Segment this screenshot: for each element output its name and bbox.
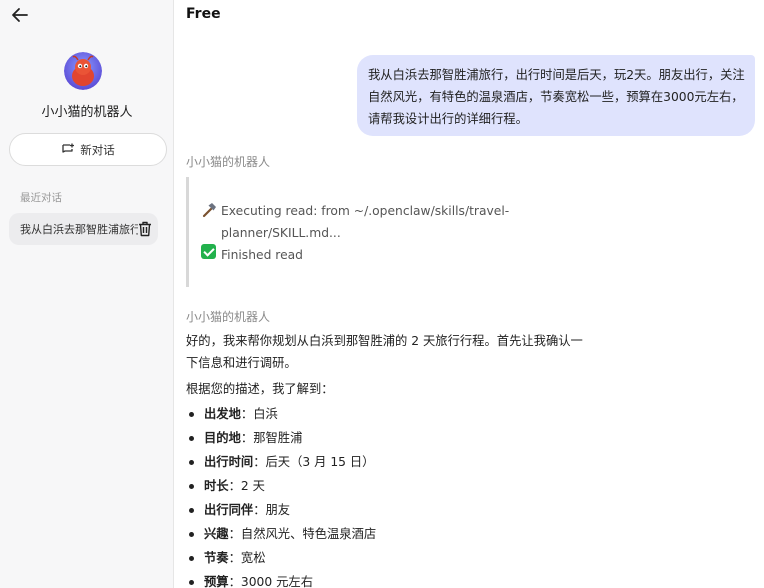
assistant-reply: 好的，我来帮你规划从白浜到那智胜浦的 2 天旅行行程。首先让我确认一下信息和进行…: [186, 330, 586, 588]
back-button[interactable]: [8, 4, 32, 26]
assistant-name: 小小猫的机器人: [186, 310, 271, 324]
arrow-left-icon: [12, 8, 28, 22]
list-item: 出行同伴：朋友: [186, 498, 586, 522]
user-message: 我从白浜去那智胜浦旅行，出行时间是后天，玩2天。朋友出行，关注自然风光，有特色的…: [357, 55, 755, 136]
new-chat-label: 新对话: [80, 142, 115, 157]
list-item: 时长：2 天: [186, 474, 586, 498]
bot-name: 小小猫的机器人: [41, 105, 133, 120]
reply-summary-heading: 根据您的描述，我了解到：: [186, 382, 334, 396]
tool-executing-text: Executing read: from ~/.openclaw/skills/…: [221, 204, 510, 240]
conversation-title: 我从白浜去那智胜浦旅行，出行时间是后天，玩2天。: [20, 223, 138, 236]
trash-icon: [139, 221, 151, 237]
list-item: 预算：3000 元左右: [186, 570, 586, 588]
list-item: 兴趣：自然风光、特色温泉酒店: [186, 522, 586, 546]
check-mark-icon: [201, 244, 216, 259]
reply-intro: 好的，我来帮你规划从白浜到那智胜浦的 2 天旅行行程。首先让我确认一下信息和进行…: [186, 334, 583, 370]
avatar: [64, 52, 102, 90]
recent-conversations-label: 最近对话: [20, 192, 62, 204]
sidebar: 小小猫的机器人 新对话 最近对话 我从白浜去那智胜浦旅行，出行时间是后天，玩2天…: [0, 0, 174, 588]
assistant-name: 小小猫的机器人: [186, 155, 271, 169]
hammer-icon: [201, 200, 221, 222]
page-title: Free: [186, 6, 221, 22]
list-item: 目的地：那智胜浦: [186, 426, 586, 450]
conversation-item[interactable]: 我从白浜去那智胜浦旅行，出行时间是后天，玩2天。: [9, 213, 158, 245]
tool-finished-text: Finished read: [221, 248, 303, 262]
facts-list: 出发地：白浜 目的地：那智胜浦 出行时间：后天（3 月 15 日） 时长：2 天…: [186, 402, 586, 588]
list-item: 节奏：宽松: [186, 546, 586, 570]
list-item: 出行时间：后天（3 月 15 日）: [186, 450, 586, 474]
new-chat-button[interactable]: 新对话: [9, 133, 167, 166]
chat-plus-icon: [62, 143, 75, 153]
tool-call-block: Executing read: from ~/.openclaw/skills/…: [186, 177, 516, 287]
delete-conversation-button[interactable]: [138, 221, 152, 237]
list-item: 出发地：白浜: [186, 402, 586, 426]
